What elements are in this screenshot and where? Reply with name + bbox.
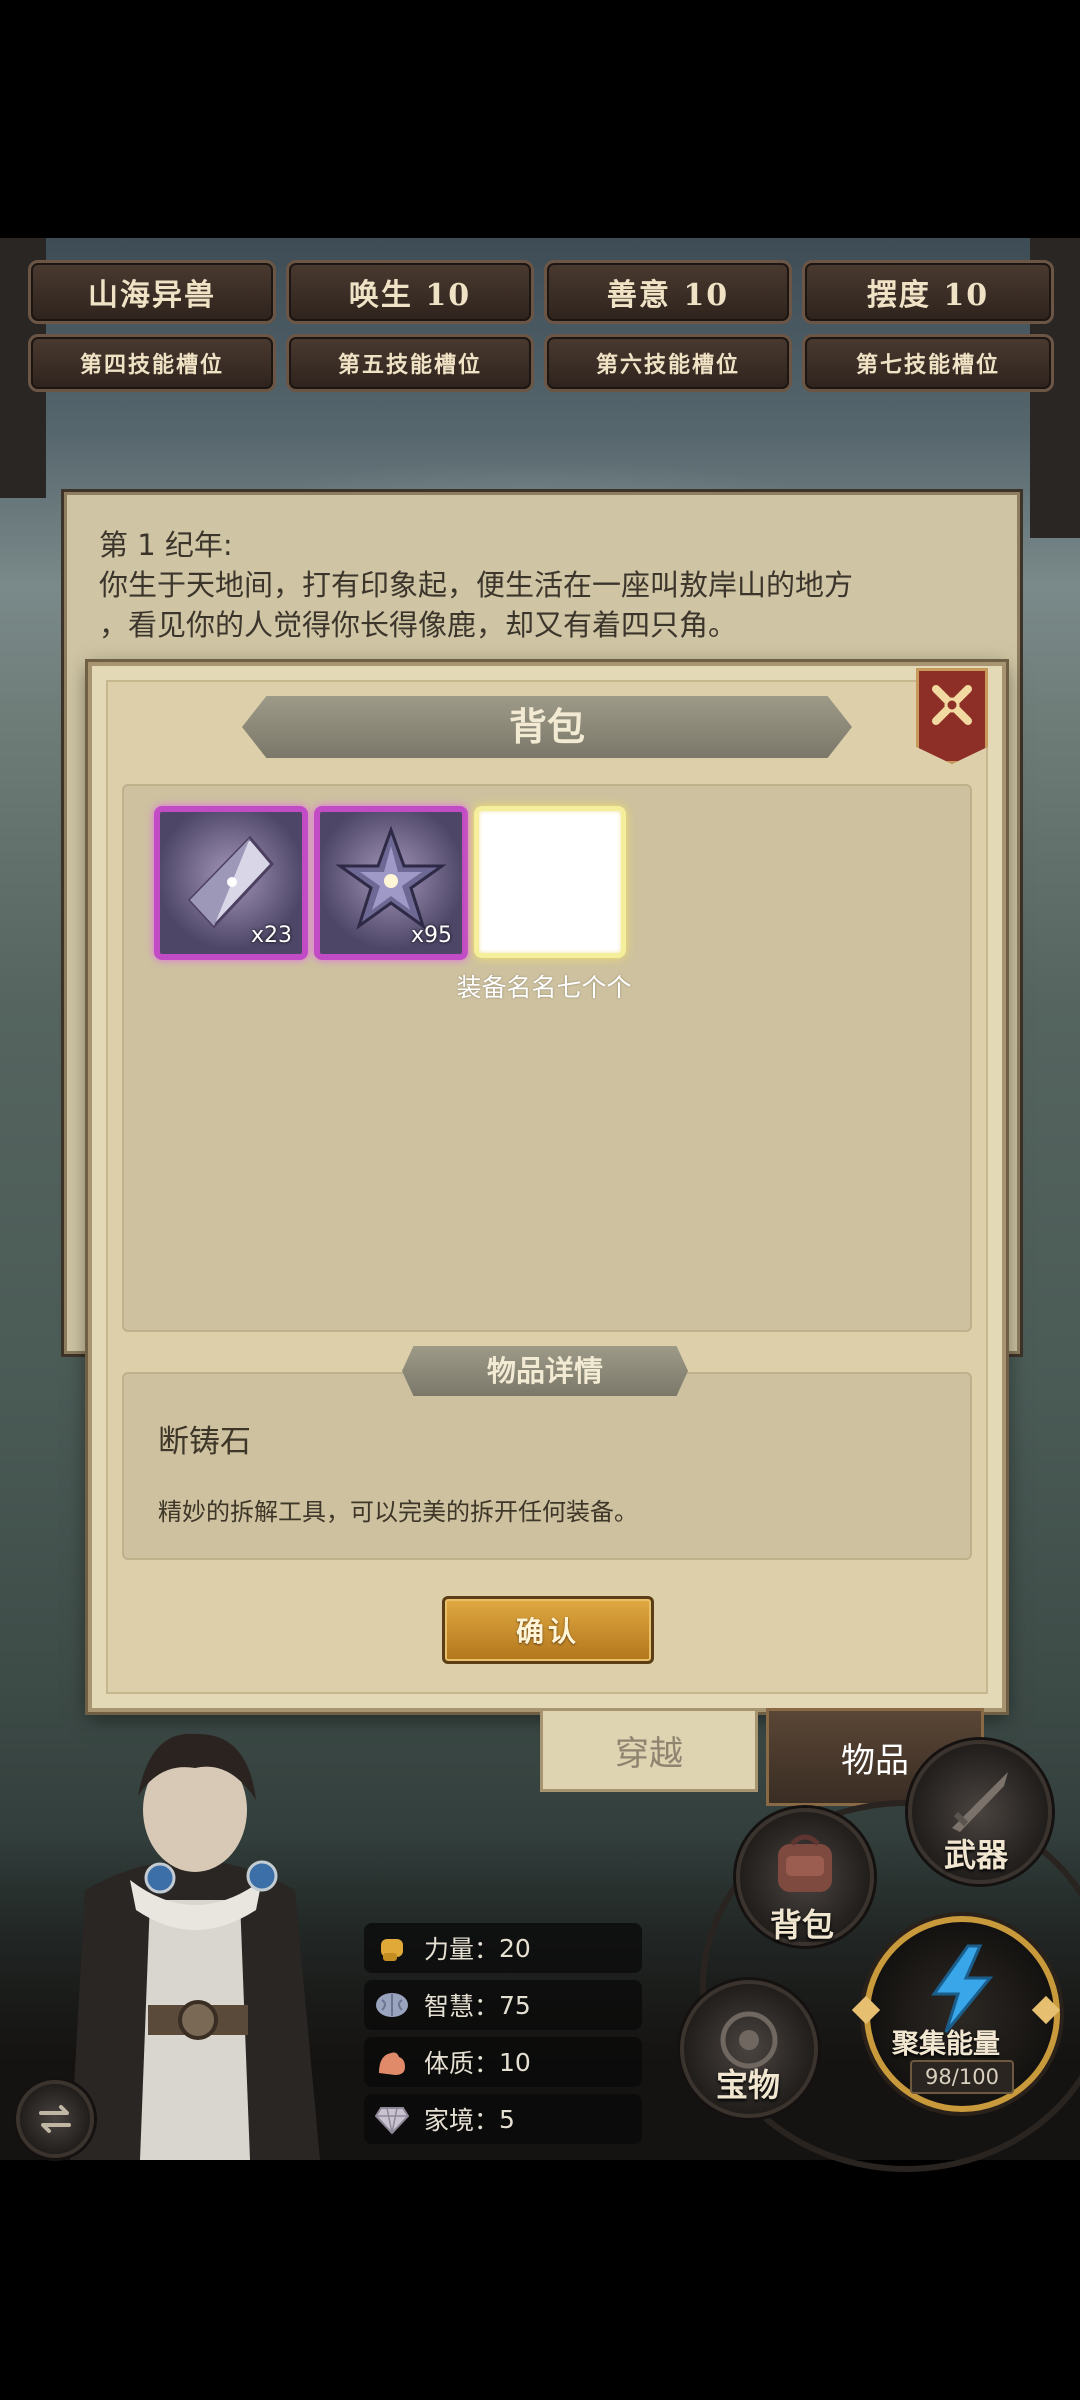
skill-label: 善意 10 [606, 278, 730, 313]
lightning-icon [931, 1944, 994, 2033]
skill-slot-7[interactable]: 第七技能槽位 [802, 334, 1054, 392]
menu-treasure-label: 宝物 [716, 2066, 781, 2104]
diamond-icon [372, 2099, 412, 2139]
detail-title-banner: 物品详情 [402, 1346, 688, 1396]
stat-constitution: 体质： 10 [364, 2037, 642, 2087]
stat-label: 力量： [424, 1935, 500, 1964]
skill-label: 摆度 10 [866, 278, 990, 313]
menu-bag-button[interactable]: 背包 [736, 1808, 874, 1946]
skill-slot-5[interactable]: 第五技能槽位 [286, 334, 534, 392]
skill-button-huansheng[interactable]: 唤生 10 [286, 260, 534, 324]
muscle-icon [372, 2042, 412, 2082]
selected-item-label: 装备名名七个个 [456, 973, 632, 1002]
skill-slot-label: 第四技能槽位 [79, 352, 224, 378]
skill-slot-label: 第六技能槽位 [595, 352, 740, 378]
dialog-title-banner: 背包 [242, 696, 852, 758]
close-button[interactable] [916, 668, 988, 764]
story-text: 第 1 纪年: 你生于天地间，打有印象起，便生活在一座叫敖岸山的地方 ，看见你的… [99, 525, 999, 645]
stat-value: 5 [499, 2104, 515, 2134]
story-line-1: 你生于天地间，打有印象起，便生活在一座叫敖岸山的地方 [99, 568, 854, 602]
skill-slot-4[interactable]: 第四技能槽位 [28, 334, 276, 392]
stat-value: 10 [499, 2047, 531, 2077]
inventory-slot-selected[interactable] [474, 806, 626, 958]
confirm-button[interactable]: 确认 [442, 1596, 654, 1664]
tab-items-label: 物品 [841, 1740, 909, 1781]
backpack-icon [778, 1834, 832, 1892]
skill-button-shanyi[interactable]: 善意 10 [544, 260, 792, 324]
skill-slot-label: 第五技能槽位 [337, 352, 482, 378]
skill-label: 唤生 10 [348, 278, 472, 313]
backpack-dialog: 背包 x23 x95 装备名名七个个 断铸石 精妙的拆解工具，可以完美的拆开任何… [88, 662, 1006, 1712]
fist-icon [372, 1928, 412, 1968]
swap-icon [39, 2105, 71, 2133]
item-detail-name: 断铸石 [158, 1424, 251, 1460]
skill-slot-6[interactable]: 第六技能槽位 [544, 334, 792, 392]
crystal-icon [188, 835, 274, 929]
item-quantity: x23 [250, 923, 292, 948]
menu-bag-label: 背包 [770, 1906, 835, 1944]
swap-button[interactable] [16, 2080, 94, 2158]
gather-energy-button[interactable]: 聚集能量 98/100 [851, 1916, 1061, 2112]
inventory-grid: x23 x95 装备名名七个个 [122, 784, 972, 1332]
diamond-ornament-right [1031, 1995, 1061, 2025]
sword-icon [952, 1772, 1008, 1832]
menu-weapon-label: 武器 [944, 1836, 1009, 1874]
inventory-slot-star[interactable]: x95 [314, 806, 468, 960]
tab-travel-label: 穿越 [615, 1733, 683, 1774]
item-detail-description: 精妙的拆解工具，可以完美的拆开任何装备。 [158, 1498, 638, 1526]
skill-label: 山海异兽 [88, 278, 216, 313]
menu-treasure-button[interactable]: 宝物 [680, 1980, 818, 2118]
dialog-title: 背包 [508, 704, 585, 749]
close-icon [932, 685, 972, 725]
inventory-slot-crystal[interactable]: x23 [154, 806, 308, 960]
story-line-2: ，看见你的人觉得你长得像鹿，却又有着四只角。 [99, 608, 738, 642]
skill-button-shanhai[interactable]: 山海异兽 [28, 260, 276, 324]
stat-label: 家境： [424, 2106, 500, 2135]
star-icon [336, 826, 446, 930]
brain-icon [372, 1985, 412, 2025]
stat-wisdom: 智慧： 75 [364, 1980, 642, 2030]
tab-travel[interactable]: 穿越 [540, 1708, 758, 1792]
skill-slot-label: 第七技能槽位 [855, 352, 1000, 378]
gather-energy-label: 聚集能量 [892, 2029, 1000, 2060]
story-era: 第 1 纪年: [99, 528, 233, 562]
detail-title: 物品详情 [486, 1354, 603, 1388]
skill-button-baidu[interactable]: 摆度 10 [802, 260, 1054, 324]
stat-value: 20 [499, 1933, 531, 1963]
stat-strength: 力量： 20 [364, 1923, 642, 1973]
confirm-label: 确认 [515, 1615, 580, 1648]
stat-family: 家境： 5 [364, 2094, 642, 2144]
stat-value: 75 [499, 1990, 531, 2020]
stat-label: 智慧： [424, 1992, 500, 2021]
item-quantity: x95 [410, 923, 452, 948]
stat-label: 体质： [424, 2049, 500, 2078]
item-detail-panel: 断铸石 精妙的拆解工具，可以完美的拆开任何装备。 [122, 1372, 972, 1560]
menu-weapon-button[interactable]: 武器 [908, 1740, 1052, 1884]
energy-counter: 98/100 [910, 2060, 1014, 2094]
